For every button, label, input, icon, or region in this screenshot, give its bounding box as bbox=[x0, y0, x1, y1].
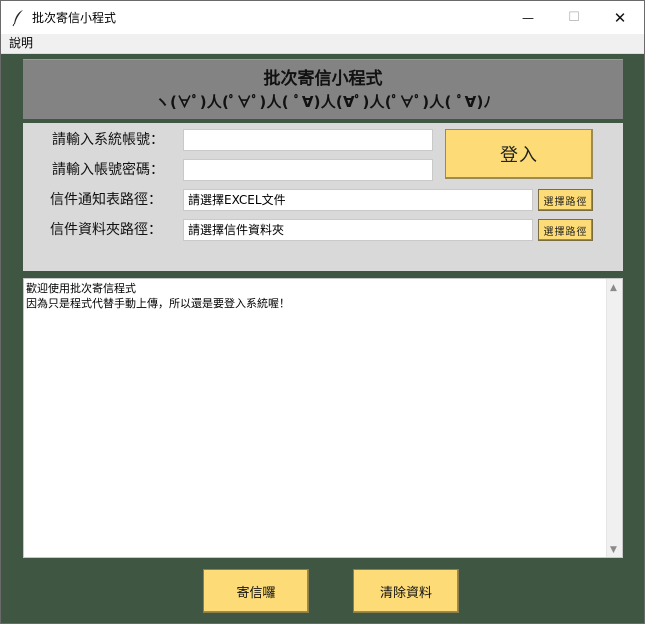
maximize-button[interactable]: ☐ bbox=[551, 1, 597, 34]
minimize-icon: — bbox=[522, 10, 534, 25]
close-icon: ✕ bbox=[613, 8, 627, 27]
menu-item-help[interactable]: 說明 bbox=[9, 36, 33, 51]
account-label: 請輸入系統帳號： bbox=[52, 132, 164, 148]
log-text: 歡迎使用批次寄信程式 因為只是程式代替手動上傳，所以還是要登入系統喔！ bbox=[26, 282, 290, 310]
folder-path-label: 信件資料夾路徑： bbox=[50, 222, 162, 238]
feather-icon bbox=[11, 9, 25, 27]
title-bar[interactable]: 批次寄信小程式 — ☐ ✕ bbox=[1, 1, 644, 34]
header-banner: 批次寄信小程式 ヽ(∀ﾟ)人(ﾟ∀ﾟ)人( ﾟ∀)人(∀ﾟ)人(ﾟ∀ﾟ)人( ﾟ… bbox=[23, 59, 623, 119]
notice-path-field[interactable]: 請選擇EXCEL文件 bbox=[183, 189, 533, 211]
close-button[interactable]: ✕ bbox=[597, 1, 643, 34]
choose-notice-path-button[interactable]: 選擇路徑 bbox=[538, 189, 593, 211]
header-decoration: ヽ(∀ﾟ)人(ﾟ∀ﾟ)人( ﾟ∀)人(∀ﾟ)人(ﾟ∀ﾟ)人( ﾟ∀)ﾉ bbox=[154, 93, 492, 111]
send-mail-button[interactable]: 寄信囉 bbox=[203, 569, 309, 613]
app-window: 批次寄信小程式 — ☐ ✕ 說明 批次寄信小程式 ヽ(∀ﾟ)人(ﾟ∀ﾟ)人( ﾟ… bbox=[0, 0, 645, 624]
password-label: 請輸入帳號密碼： bbox=[52, 162, 164, 178]
log-scrollbar[interactable]: ▲ ▼ bbox=[606, 279, 622, 557]
maximize-icon: ☐ bbox=[568, 10, 580, 25]
account-input[interactable] bbox=[183, 129, 433, 151]
menu-bar: 說明 bbox=[1, 34, 644, 54]
notice-path-label: 信件通知表路徑： bbox=[50, 192, 162, 208]
form-panel: 請輸入系統帳號： 請輸入帳號密碼： 登入 信件通知表路徑： 請選擇EXCEL文件… bbox=[23, 123, 623, 271]
log-textarea[interactable]: 歡迎使用批次寄信程式 因為只是程式代替手動上傳，所以還是要登入系統喔！ ▲ ▼ bbox=[23, 278, 623, 558]
triangle-down-icon[interactable]: ▼ bbox=[610, 545, 617, 555]
window-title: 批次寄信小程式 bbox=[32, 11, 117, 25]
folder-path-field[interactable]: 請選擇信件資料夾 bbox=[183, 219, 533, 241]
login-button[interactable]: 登入 bbox=[445, 129, 593, 179]
clear-data-button[interactable]: 清除資料 bbox=[353, 569, 459, 613]
choose-folder-path-button[interactable]: 選擇路徑 bbox=[538, 219, 593, 241]
password-input[interactable] bbox=[183, 159, 433, 181]
triangle-up-icon[interactable]: ▲ bbox=[610, 283, 617, 293]
minimize-button[interactable]: — bbox=[505, 1, 551, 34]
page-title: 批次寄信小程式 bbox=[263, 69, 383, 89]
